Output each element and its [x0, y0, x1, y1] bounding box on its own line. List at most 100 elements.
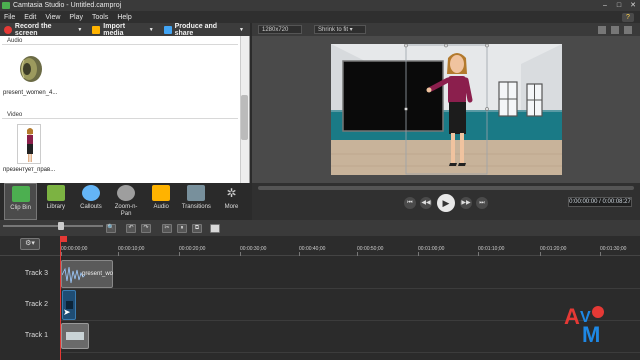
window-title: Camtasia Studio - Untitled.camproj	[13, 2, 122, 9]
minimize-icon[interactable]: –	[598, 1, 612, 10]
import-label: Import media	[103, 22, 126, 37]
menu-play[interactable]: Play	[69, 14, 83, 21]
ruler-tick	[418, 252, 419, 256]
ruler-label: 00:00:40;00	[299, 246, 326, 252]
ruler-tick	[61, 252, 62, 256]
scrub-bar[interactable]	[258, 186, 634, 190]
main-toolbar: Record the screen ▼ Import media ▼ Produ…	[0, 22, 250, 37]
ruler-tick	[240, 252, 241, 256]
timecode-display: 0:00:00:00 / 0:00:08:27	[568, 197, 632, 207]
chevron-down-icon: ▼	[239, 26, 244, 33]
ruler-label: 00:00:20;00	[179, 246, 206, 252]
menu-view[interactable]: View	[45, 14, 60, 21]
callout-icon	[81, 185, 100, 201]
tab-label: Transitions	[181, 204, 211, 210]
resolution-select[interactable]: 1280x720	[258, 25, 302, 34]
zoom-value: Shrink to fit	[318, 27, 349, 33]
undo-icon[interactable]: ↶	[126, 224, 136, 233]
audio-icon	[152, 185, 171, 201]
track-2-row[interactable]	[60, 289, 640, 321]
copy-icon[interactable]: ⧉	[192, 224, 202, 233]
preview-toolbar	[252, 23, 640, 36]
cut-icon[interactable]: ✂	[162, 224, 172, 233]
audio-clip[interactable]: present_wo	[61, 260, 113, 288]
tab-label: Audio	[153, 204, 169, 210]
watermark-logo: A V M	[562, 300, 622, 347]
track-1-label: Track 1	[24, 332, 48, 339]
image-thumb-icon	[66, 332, 84, 340]
ruler-tick	[179, 252, 180, 256]
step-forward-icon[interactable]: ▶▶	[460, 197, 472, 209]
maximize-icon[interactable]: □	[612, 1, 626, 10]
tab-label: Callouts	[80, 204, 102, 210]
paste-icon[interactable]	[210, 224, 220, 233]
svg-text:M: M	[582, 322, 600, 345]
more-icon: ✲	[226, 186, 237, 200]
video-clip-thumb[interactable]	[17, 124, 41, 164]
detach-icon[interactable]	[598, 26, 606, 34]
tab-library[interactable]: Library	[39, 183, 72, 220]
video-clip-caption: презентует_прав...	[3, 167, 56, 173]
svg-text:A: A	[564, 304, 580, 329]
ruler-label: 00:01:20;00	[540, 246, 567, 252]
record-icon	[4, 25, 12, 34]
step-back-icon[interactable]: ◀◀	[420, 197, 432, 209]
import-media-button[interactable]: Import media ▼	[92, 22, 154, 37]
chevron-down-icon: ▼	[77, 26, 83, 33]
speaker-icon	[20, 56, 42, 82]
chevron-down-icon: ▼	[148, 26, 154, 33]
folder-icon	[92, 25, 101, 34]
tab-label: Library	[46, 204, 66, 210]
zoom-select[interactable]: Shrink to fit ▾	[314, 25, 366, 34]
play-button[interactable]: ▶	[437, 194, 455, 212]
track-2-label: Track 2	[24, 301, 48, 308]
ruler-label: 00:01:00;00	[418, 246, 445, 252]
image-clip[interactable]	[61, 323, 89, 349]
fullscreen-icon[interactable]	[611, 26, 619, 34]
preview-close-icon[interactable]	[624, 26, 632, 34]
audio-clip-thumb[interactable]	[16, 48, 46, 86]
ruler-tick	[478, 252, 479, 256]
playhead-marker[interactable]	[61, 236, 67, 242]
zoom-in-icon[interactable]: 🔍	[106, 224, 116, 233]
tab-zoom-n-pan[interactable]: Zoom-n- Pan	[110, 183, 143, 220]
ruler-label: 00:00:10;00	[118, 246, 145, 252]
track-3-row[interactable]	[60, 257, 640, 289]
produce-icon	[163, 25, 172, 34]
ruler-label: 00:01:10;00	[478, 246, 505, 252]
menu-file[interactable]: File	[4, 14, 15, 21]
redo-icon[interactable]: ↷	[141, 224, 151, 233]
tab-transitions[interactable]: Transitions	[180, 183, 213, 220]
split-icon[interactable]: ⏸	[177, 224, 187, 233]
zoom-slider[interactable]	[3, 225, 103, 227]
scrollbar-thumb[interactable]	[241, 95, 248, 140]
tab-label: More	[224, 204, 239, 210]
menu-bar: File Edit View Play Tools Help ?	[0, 11, 640, 23]
menu-tools[interactable]: Tools	[92, 14, 108, 21]
track-3-label: Track 3	[24, 270, 48, 277]
previous-clip-icon[interactable]: ⏮	[404, 197, 416, 209]
track-1-row[interactable]	[60, 321, 640, 353]
help-icon[interactable]: ?	[622, 13, 634, 22]
tab-more[interactable]: ✲ More	[215, 183, 248, 220]
produce-share-button[interactable]: Produce and share ▼	[163, 23, 244, 37]
mouse-cursor-icon: ➤	[63, 307, 71, 317]
close-icon[interactable]: ✕	[626, 1, 640, 10]
ruler-label: 00:00:30;00	[240, 246, 267, 252]
menu-edit[interactable]: Edit	[24, 14, 36, 21]
audio-clip-caption: present_women_4...	[3, 90, 58, 96]
tab-clip-bin[interactable]: Clip Bin	[4, 183, 38, 220]
title-bar: Camtasia Studio - Untitled.camproj – □ ✕	[0, 0, 640, 11]
next-clip-icon[interactable]: ⏭	[476, 197, 488, 209]
task-tabs: Clip Bin Library Callouts Zoom-n- Pan Au…	[0, 183, 250, 220]
clip-bin-panel: Audio present_women_4... Video презентуе…	[0, 36, 250, 183]
tab-callouts[interactable]: Callouts	[74, 183, 107, 220]
record-screen-button[interactable]: Record the screen ▼	[4, 23, 82, 37]
ruler-tick	[118, 252, 119, 256]
zoom-slider-thumb[interactable]	[58, 222, 64, 230]
menu-help[interactable]: Help	[117, 14, 131, 21]
gear-icon[interactable]: ⚙▾	[20, 238, 40, 250]
video-canvas[interactable]	[331, 44, 562, 175]
ruler-label: 00:00:50;00	[357, 246, 384, 252]
tab-audio[interactable]: Audio	[145, 183, 178, 220]
